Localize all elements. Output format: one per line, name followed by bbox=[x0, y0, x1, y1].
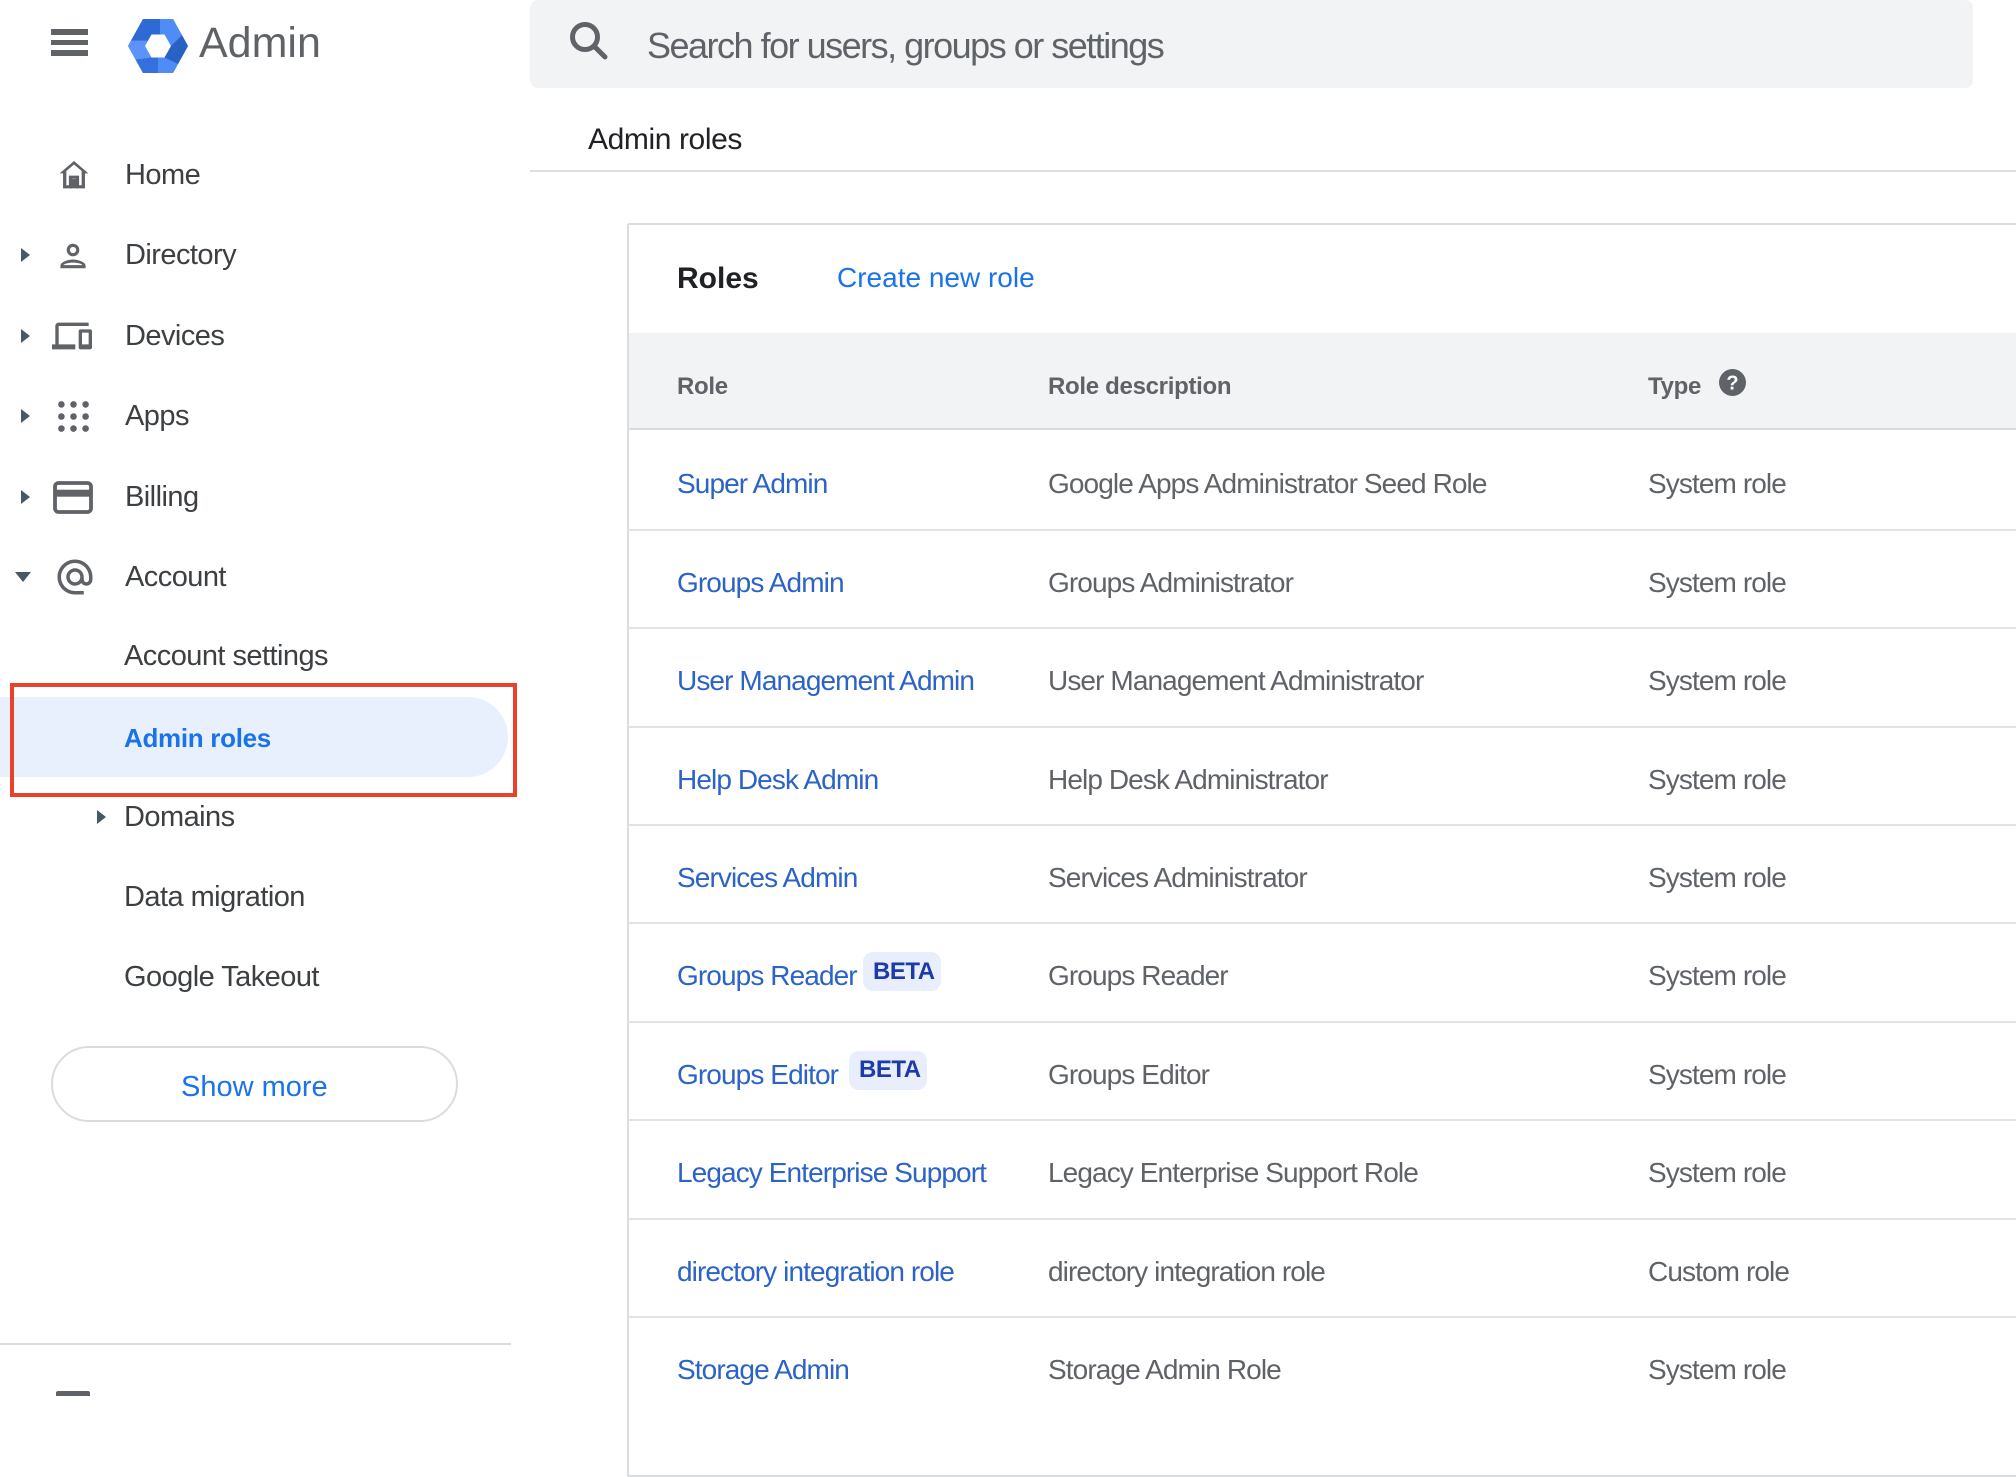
svg-text:?: ? bbox=[1726, 373, 1738, 395]
